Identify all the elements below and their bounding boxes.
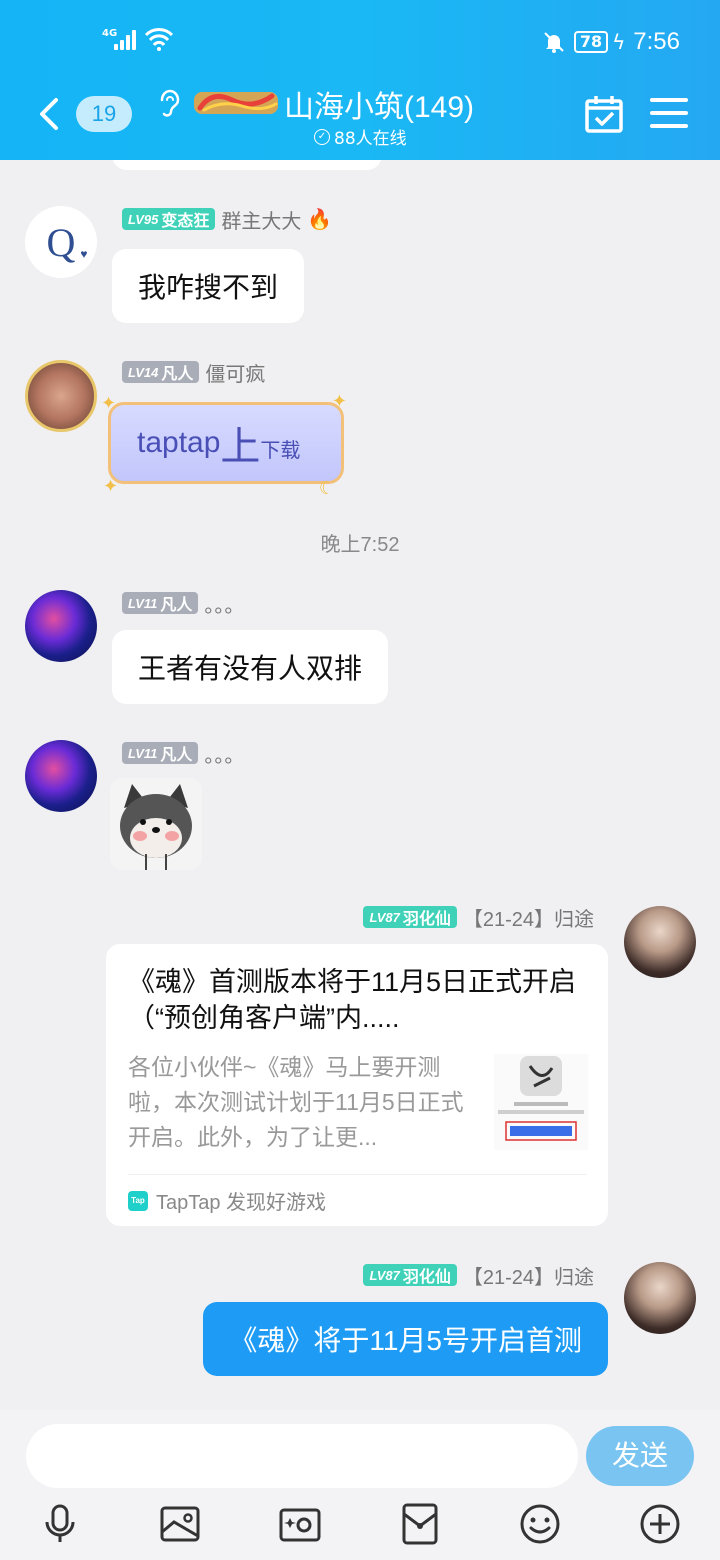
sender-meta: LV95 变态狂 群主大大 🔥: [122, 207, 333, 233]
camera-icon[interactable]: [278, 1502, 322, 1546]
message-bubble[interactable]: 王者有没有人双排: [112, 630, 389, 704]
share-card-source: Tap TapTap 发现好游戏: [128, 1186, 326, 1215]
star-icon: ✦: [103, 476, 119, 497]
fighting-logo-badge: [194, 92, 278, 114]
red-packet-icon[interactable]: [398, 1502, 442, 1546]
avatar[interactable]: [624, 1262, 696, 1334]
back-arrow-icon[interactable]: [34, 94, 66, 134]
unread-count-badge[interactable]: 19: [76, 96, 132, 132]
chat-header: 4G 78 ϟ 7:56 19 山海小筑(149) ✓ 88人在线: [0, 0, 720, 160]
online-count[interactable]: ✓ 88人在线: [314, 124, 407, 149]
wifi-icon: [144, 28, 174, 51]
message-input[interactable]: [26, 1424, 578, 1488]
avatar-q-glyph: Q ♥: [46, 219, 88, 265]
level-badge: LV87 羽化仙: [363, 1264, 457, 1286]
input-bar: 发送: [0, 1410, 720, 1560]
message-timestamp: 晚上7:52: [320, 534, 400, 556]
charging-icon: ϟ: [612, 30, 626, 54]
status-time: 7:56: [633, 28, 680, 55]
level-badge: LV11 凡人: [122, 742, 199, 764]
avatar[interactable]: [624, 906, 696, 978]
sender-nickname: 群主大大: [221, 210, 302, 233]
battery-level: 78: [573, 31, 609, 53]
sender-nickname: 僵可疯: [205, 363, 266, 386]
online-count-text: 88人在线: [334, 129, 407, 149]
share-card[interactable]: 《魂》首测版本将于11月5日正式开启（“预创角客户端”内..... 各位小伙伴~…: [106, 944, 608, 1226]
level-badge: LV95 变态狂: [122, 208, 216, 230]
avatar[interactable]: Q ♥: [25, 206, 97, 278]
my-message-bubble[interactable]: 《魂》将于11月5号开启首测: [203, 1302, 608, 1376]
share-card-thumbnail: [494, 1054, 588, 1150]
level-badge: LV14 凡人: [122, 361, 200, 383]
send-button[interactable]: 发送: [586, 1426, 694, 1486]
sender-meta: LV87 羽化仙 【21-24】归途: [363, 1263, 594, 1289]
taptap-icon: Tap: [128, 1190, 148, 1211]
shiba-sticker[interactable]: [110, 778, 202, 870]
mute-bell-icon: [544, 32, 564, 53]
avatar[interactable]: [25, 360, 97, 432]
menu-icon[interactable]: [650, 96, 688, 130]
plus-icon[interactable]: [638, 1502, 682, 1546]
share-card-title: 《魂》首测版本将于11月5日正式开启（“预创角客户端”内.....: [128, 967, 577, 1033]
ear-icon[interactable]: [156, 88, 182, 118]
avatar[interactable]: [25, 590, 97, 662]
sender-meta: LV11 凡人 。。。: [122, 591, 245, 617]
sender-meta: LV14 凡人 僵可疯: [122, 360, 266, 386]
status-bar: 4G 78 ϟ 7:56: [0, 22, 720, 62]
sender-nickname: 【21-24】归途: [462, 1266, 594, 1289]
check-circle-icon: ✓: [314, 128, 330, 145]
avatar[interactable]: [25, 740, 97, 812]
group-title[interactable]: 山海小筑(149): [284, 82, 474, 126]
sender-nickname: 【21-24】归途: [462, 908, 594, 931]
message-bubble[interactable]: 我咋搜不到: [112, 249, 305, 323]
divider: [128, 1174, 586, 1175]
sender-nickname: 。。。: [204, 594, 245, 617]
emoji-icon[interactable]: [518, 1502, 562, 1546]
sender-meta: LV87 羽化仙 【21-24】归途: [363, 905, 594, 931]
star-icon: ✦: [331, 391, 347, 412]
chat-messages[interactable]: Q ♥ LV95 变态狂 群主大大 🔥 我咋搜不到 LV14 凡人 僵可疯 ✦ ✦ ✦…: [0, 160, 720, 1410]
decorated-message-bubble[interactable]: ✦ ✦ ✦ ☾ taptap 上 下载: [101, 391, 347, 499]
microphone-icon[interactable]: [38, 1502, 82, 1546]
share-card-description: 各位小伙伴~《魂》马上要开测啦，本次测试计划于11月5日正式开启。此外，为了让更…: [128, 1054, 464, 1150]
fire-icon: 🔥: [307, 207, 333, 231]
image-icon[interactable]: [158, 1502, 202, 1546]
star-icon: ✦: [101, 393, 117, 414]
sender-nickname: 。。。: [204, 744, 245, 767]
sender-meta: LV11 凡人 。。。: [122, 741, 245, 767]
level-badge: LV11 凡人: [122, 592, 199, 614]
level-badge: LV87 羽化仙: [363, 906, 457, 928]
previous-message-bubble[interactable]: [112, 160, 382, 170]
calendar-check-icon[interactable]: [584, 94, 624, 134]
moon-icon: ☾: [318, 478, 335, 499]
signal-icon: [114, 30, 138, 50]
